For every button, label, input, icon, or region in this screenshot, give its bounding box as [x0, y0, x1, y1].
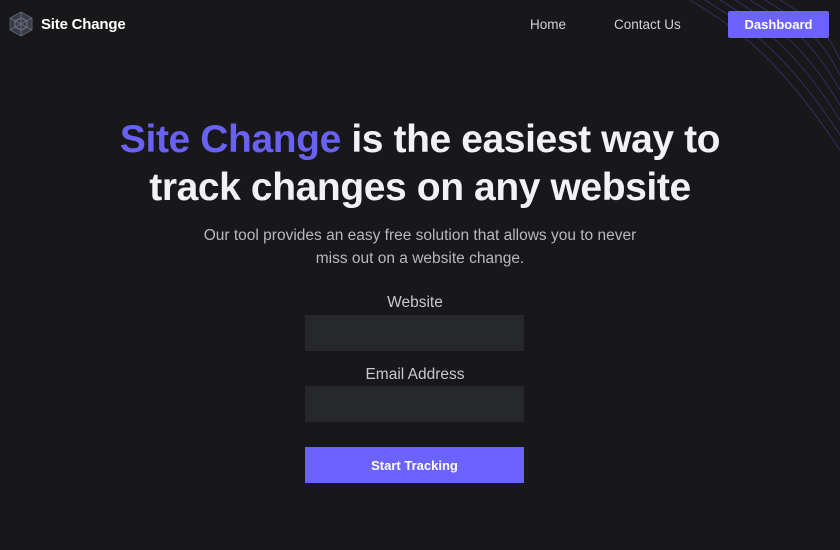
nav-link-contact-us[interactable]: Contact Us — [614, 17, 681, 32]
hexagon-logo-icon — [9, 11, 33, 37]
top-navbar: Site Change Home Contact Us Dashboard — [0, 0, 840, 50]
nav-link-home[interactable]: Home — [530, 17, 566, 32]
website-label: Website — [387, 294, 443, 311]
landing-page: Site Change Home Contact Us Dashboard Si… — [0, 0, 840, 550]
hero-title-accent: Site Change — [119, 118, 341, 161]
hero-title-line1-rest: is the easiest way to — [340, 118, 721, 161]
hero-subtitle-line1: Our tool provides an easy free solution … — [203, 227, 637, 244]
email-input[interactable] — [305, 386, 524, 422]
brand[interactable]: Site Change — [8, 11, 126, 37]
brand-name: Site Change — [41, 15, 126, 33]
hero-title: Site Change is the easiest way to track … — [0, 116, 840, 212]
email-label: Email Address — [365, 366, 465, 383]
hero-subtitle-line2: miss out on a website change. — [315, 250, 525, 267]
dashboard-button[interactable]: Dashboard — [728, 11, 829, 38]
hero-subtitle: Our tool provides an easy free solution … — [170, 224, 670, 270]
website-input[interactable] — [305, 315, 524, 351]
hero-title-line2: track changes on any website — [149, 166, 691, 209]
start-tracking-button[interactable]: Start Tracking — [305, 447, 524, 483]
